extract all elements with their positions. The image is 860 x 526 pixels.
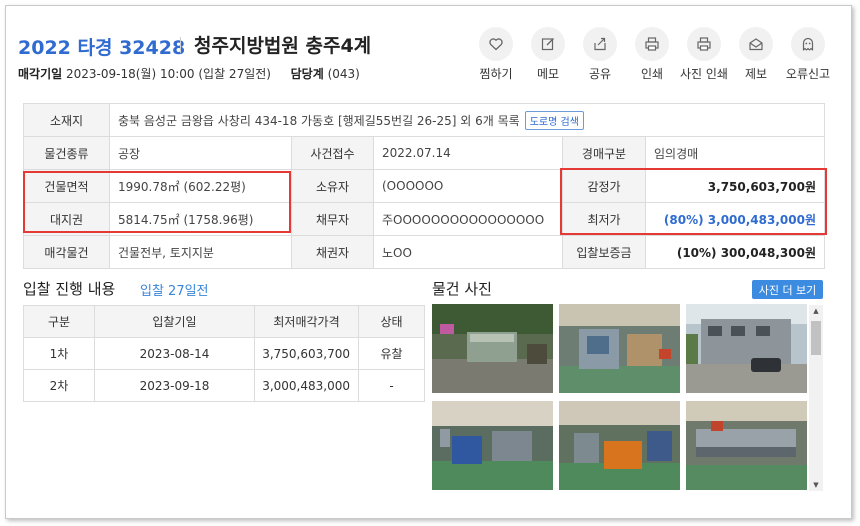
debtor-label: 채무자 bbox=[291, 202, 374, 236]
case-number: 2022 타경 32428 bbox=[18, 37, 186, 59]
print-icon bbox=[635, 27, 669, 61]
gallery-scrollbar[interactable]: ▲ ▼ bbox=[809, 305, 823, 491]
received-label: 사건접수 bbox=[291, 136, 374, 170]
auction-type-label: 경매구분 bbox=[562, 136, 646, 170]
sale-item-value: 건물전부, 토지지분 bbox=[109, 235, 292, 269]
table-row: 매각물건 건물전부, 토지지분 채권자 노OO 입찰보증금 (10%) 300,… bbox=[23, 235, 826, 269]
report-label: 제보 bbox=[744, 67, 768, 81]
status-cell: - bbox=[358, 369, 425, 402]
share-label: 공유 bbox=[588, 67, 612, 81]
round-cell: 1차 bbox=[23, 337, 95, 370]
address-label: 소재지 bbox=[23, 103, 110, 137]
photo-print-icon bbox=[687, 27, 721, 61]
deposit-value: (10%) 300,048,300원 bbox=[644, 235, 826, 269]
ghost-icon bbox=[791, 27, 825, 61]
type-label: 물건종류 bbox=[23, 136, 110, 170]
type-value: 공장 bbox=[109, 136, 292, 170]
date-cell: 2023-08-14 bbox=[94, 337, 255, 370]
property-photo[interactable] bbox=[432, 304, 553, 393]
table-row: 소재지 충북 음성군 금왕읍 사창리 434-18 가동호 [행제길55번길 2… bbox=[23, 103, 826, 137]
sale-date-label: 매각기일 bbox=[18, 67, 63, 81]
photo-section-title: 물건 사진 bbox=[432, 280, 492, 298]
photo-print-label: 사진 인쇄 bbox=[680, 67, 728, 81]
bid-section-subtitle: 입찰 27일전 bbox=[140, 284, 209, 299]
more-photos-button[interactable]: 사진 더 보기 bbox=[752, 280, 823, 299]
table-row: 물건종류 공장 사건접수 2022.07.14 경매구분 임의경매 bbox=[23, 136, 826, 170]
owner-value: (OOOOOO bbox=[373, 169, 563, 203]
share-button[interactable]: 공유 bbox=[574, 27, 626, 82]
property-photo[interactable] bbox=[686, 401, 807, 490]
auction-type-value: 임의경매 bbox=[644, 136, 826, 170]
table-header-row: 구분 입찰기일 최저매각가격 상태 bbox=[23, 305, 425, 338]
memo-label: 메모 bbox=[536, 67, 560, 81]
creditor-label: 채권자 bbox=[291, 235, 374, 269]
dept-value: (043) bbox=[327, 67, 360, 81]
photo-gallery bbox=[432, 304, 825, 492]
share-icon bbox=[583, 27, 617, 61]
photo-print-button[interactable]: 사진 인쇄 bbox=[678, 27, 730, 82]
address-value: 충북 음성군 금왕읍 사창리 434-18 가동호 [행제길55번길 26-25… bbox=[118, 113, 520, 128]
memo-button[interactable]: 메모 bbox=[522, 27, 574, 82]
table-row: 2차 2023-09-18 3,000,483,000 - bbox=[23, 369, 425, 402]
bid-section-title: 입찰 진행 내용 bbox=[23, 280, 116, 298]
address-cell: 충북 음성군 금왕읍 사창리 434-18 가동호 [행제길55번길 26-25… bbox=[108, 103, 826, 137]
scrollbar-thumb[interactable] bbox=[811, 321, 821, 355]
price-cell: 3,750,603,700 bbox=[254, 337, 359, 370]
scroll-up-icon[interactable]: ▲ bbox=[809, 305, 823, 317]
area-highlight-box bbox=[23, 171, 291, 233]
heart-icon bbox=[479, 27, 513, 61]
column-header: 상태 bbox=[358, 305, 425, 338]
bid-history-table: 구분 입찰기일 최저매각가격 상태 1차 2023-08-14 3,750,60… bbox=[23, 305, 425, 402]
title-divider bbox=[180, 37, 181, 53]
dept-label: 담당계 bbox=[290, 67, 324, 81]
property-photo[interactable] bbox=[432, 401, 553, 490]
property-photo[interactable] bbox=[559, 401, 680, 490]
status-cell: 유찰 bbox=[358, 337, 425, 370]
print-label: 인쇄 bbox=[640, 67, 664, 81]
error-report-label: 오류신고 bbox=[785, 67, 831, 81]
scroll-down-icon[interactable]: ▼ bbox=[809, 479, 823, 491]
round-cell: 2차 bbox=[23, 369, 95, 402]
sale-item-label: 매각물건 bbox=[23, 235, 110, 269]
court-name: 청주지방법원 충주4계 bbox=[194, 35, 372, 57]
property-photo[interactable] bbox=[559, 304, 680, 393]
favorite-label: 찜하기 bbox=[479, 67, 513, 81]
error-report-button[interactable]: 오류신고 bbox=[782, 27, 834, 82]
price-highlight-box bbox=[560, 168, 827, 235]
sale-date-value: 2023-09-18(월) 10:00 (입찰 27일전) bbox=[66, 67, 271, 81]
property-photo[interactable] bbox=[686, 304, 807, 393]
column-header: 입찰기일 bbox=[94, 305, 255, 338]
owner-label: 소유자 bbox=[291, 169, 374, 203]
report-button[interactable]: 제보 bbox=[730, 27, 782, 82]
price-cell: 3,000,483,000 bbox=[254, 369, 359, 402]
debtor-value: 주OOOOOOOOOOOOOOOO bbox=[373, 202, 563, 236]
edit-icon bbox=[531, 27, 565, 61]
deposit-label: 입찰보증금 bbox=[562, 235, 646, 269]
print-button[interactable]: 인쇄 bbox=[626, 27, 678, 82]
action-toolbar: 찜하기 메모 공유 인쇄 사진 인쇄 제보 오류신고 bbox=[470, 27, 834, 82]
column-header: 구분 bbox=[23, 305, 95, 338]
column-header: 최저매각가격 bbox=[254, 305, 359, 338]
table-row: 1차 2023-08-14 3,750,603,700 유찰 bbox=[23, 337, 425, 370]
date-cell: 2023-09-18 bbox=[94, 369, 255, 402]
road-search-button[interactable]: 도로명 검색 bbox=[524, 110, 584, 130]
sale-date-line: 매각기일 2023-09-18(월) 10:00 (입찰 27일전) 담당계 (… bbox=[18, 65, 360, 82]
favorite-button[interactable]: 찜하기 bbox=[470, 27, 522, 82]
creditor-value: 노OO bbox=[373, 235, 563, 269]
received-value: 2022.07.14 bbox=[373, 136, 563, 170]
mail-icon bbox=[739, 27, 773, 61]
